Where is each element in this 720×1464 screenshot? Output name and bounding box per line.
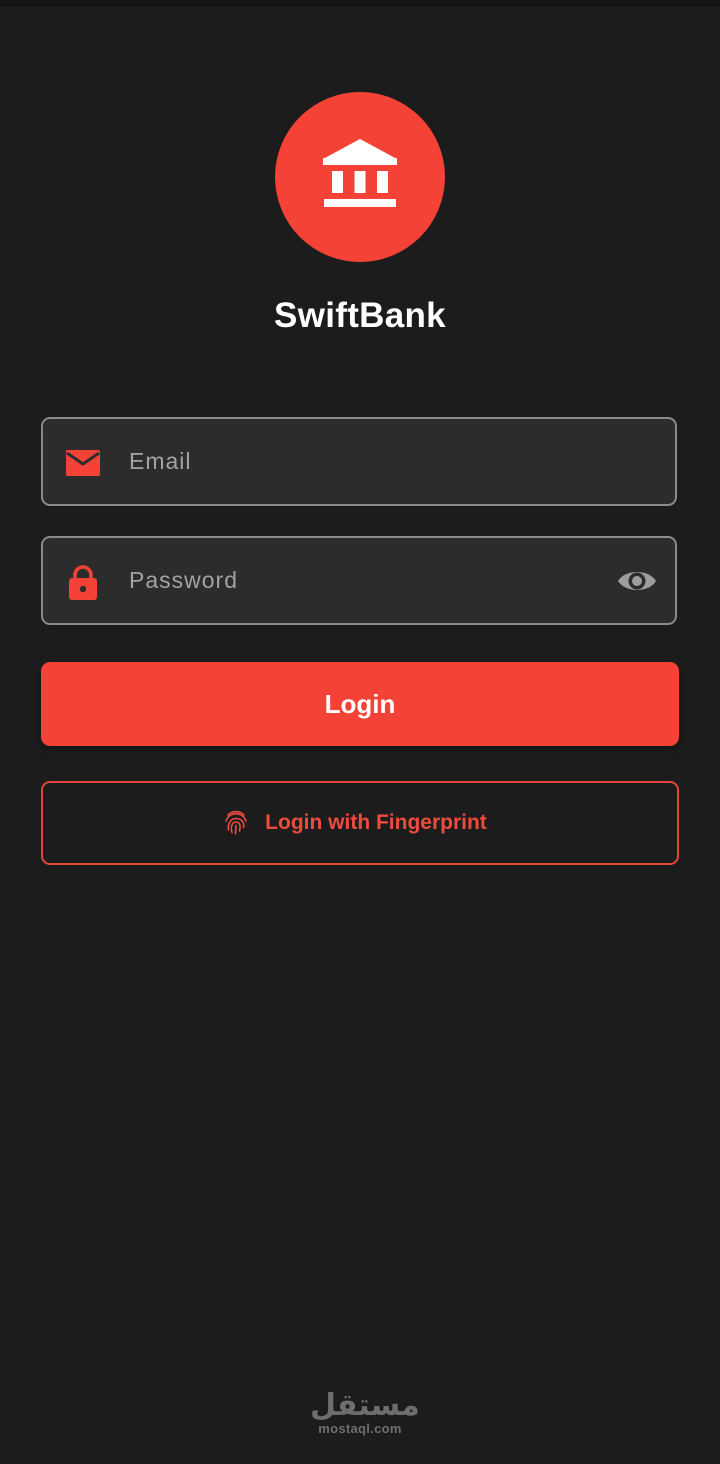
watermark-arabic: مستقل	[310, 1388, 420, 1423]
password-field[interactable]	[41, 536, 677, 625]
eye-icon[interactable]	[617, 563, 657, 599]
app-logo	[275, 92, 445, 262]
fingerprint-login-label: Login with Fingerprint	[265, 811, 487, 834]
email-input[interactable]	[129, 419, 599, 504]
password-input[interactable]	[129, 538, 599, 623]
app-title: SwiftBank	[274, 296, 446, 335]
bank-icon	[323, 139, 397, 207]
envelope-icon	[65, 445, 101, 481]
status-bar	[0, 0, 720, 7]
email-field[interactable]	[41, 417, 677, 506]
fingerprint-login-button[interactable]: Login with Fingerprint	[41, 781, 679, 865]
watermark: مستقل mostaql.com	[310, 1388, 420, 1436]
watermark-latin: mostaql.com	[318, 1421, 402, 1436]
fingerprint-icon	[225, 810, 247, 835]
lock-icon	[65, 564, 101, 600]
fingerprint-login-content: Login with Fingerprint	[43, 783, 677, 863]
login-button[interactable]: Login	[41, 662, 679, 746]
